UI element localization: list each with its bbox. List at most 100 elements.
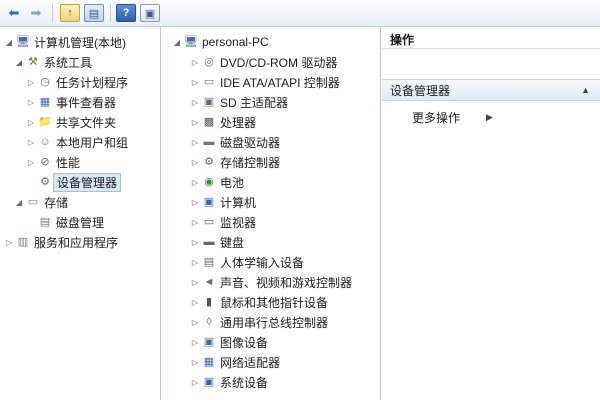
device-category-usb[interactable]: ▷ ◊ 通用串行总线控制器 [190,313,328,331]
tree-item-local-users[interactable]: ▷ ☺ 本地用户和组 [26,133,128,151]
tree-item-label: 任务计划程序 [56,75,129,90]
tree-item-device-manager[interactable]: ⚙ 设备管理器 [36,172,122,192]
device-category-processor[interactable]: ▷ ▩ 处理器 [190,113,256,131]
expand-arrow-icon[interactable]: ◢ [172,38,182,47]
tree-item-label: 磁盘管理 [56,215,105,230]
device-category-disk[interactable]: ▷ ▬ 磁盘驱动器 [190,133,280,151]
tree-item-disk-management[interactable]: ▤ 磁盘管理 [36,213,104,231]
properties-icon: ▣ [140,4,160,22]
device-category-computer[interactable]: ▷ ▣ 计算机 [190,193,256,211]
collapse-arrow-icon[interactable]: ▷ [26,138,36,147]
console-tree-button[interactable]: ▤ [84,3,104,23]
expand-arrow-icon[interactable]: ◢ [14,198,24,207]
device-category-keyboard[interactable]: ▷ ▬ 键盘 [190,233,244,251]
device-category-monitor[interactable]: ▷ ▭ 监视器 [190,213,256,231]
forward-button[interactable]: ➡ [28,3,44,23]
device-category-hid[interactable]: ▷ ▤ 人体学输入设备 [190,253,304,271]
collapse-arrow-icon[interactable]: ▷ [190,378,200,387]
tree-item-label: 计算机管理(本地) [34,35,126,50]
device-category-label: 通用串行总线控制器 [220,315,329,330]
collapse-arrow-icon[interactable]: ▷ [190,78,200,87]
folder-up-icon: ↑ [60,4,80,22]
device-category-label: SD 主适配器 [220,95,289,110]
device-manager-icon: ⚙ [40,176,50,188]
collapse-arrow-icon[interactable]: ▷ [190,338,200,347]
network-adapter-icon: ▦ [203,356,215,368]
tree-item-shared-folders[interactable]: ▷ 📁 共享文件夹 [26,113,116,131]
tree-item-computer-management[interactable]: ◢ 🖥 计算机管理(本地) [4,33,126,51]
tree-item-label: 系统工具 [44,55,93,70]
tree-item-system-tools[interactable]: ◢ ⚒ 系统工具 [14,53,92,71]
collapse-arrow-icon[interactable]: ▷ [190,118,200,127]
expand-arrow-icon[interactable]: ◢ [4,38,14,47]
tree-item-storage[interactable]: ◢ ▭ 存储 [14,193,68,211]
monitor-icon: ▭ [203,216,215,228]
tree-item-services-apps[interactable]: ▷ ▥ 服务和应用程序 [4,233,118,251]
tree-item-event-viewer[interactable]: ▷ ▦ 事件查看器 [26,93,116,111]
collapse-arrow-icon[interactable]: ▷ [190,218,200,227]
collapse-arrow-icon[interactable]: ▷ [190,198,200,207]
tree-item-task-scheduler[interactable]: ▷ ◷ 任务计划程序 [26,73,128,91]
properties-button[interactable]: ▣ [140,3,160,23]
device-category-label: 系统设备 [220,375,269,390]
collapse-arrow-icon[interactable]: ▷ [4,238,14,247]
device-tree-pane: ◢ 🖥 personal-PC ▷ ◎ DVD/CD-ROM 驱动器 ▷ ▭ I… [162,27,381,400]
tree-item-computer[interactable]: ◢ 🖥 personal-PC [172,33,269,51]
tree-item-label: 性能 [56,155,81,170]
collapse-arrow-icon[interactable]: ▷ [190,98,200,107]
collapse-arrow-icon[interactable]: ▷ [190,298,200,307]
collapse-arrow-icon[interactable]: ▷ [190,318,200,327]
device-category-dvd[interactable]: ▷ ◎ DVD/CD-ROM 驱动器 [190,53,337,71]
computer-management-icon: 🖥 [16,36,30,48]
help-button[interactable]: ? [116,3,136,23]
device-category-mouse[interactable]: ▷ ▮ 鼠标和其他指针设备 [190,293,328,311]
collapse-arrow-icon[interactable]: ▷ [26,98,36,107]
tree-item-label: 共享文件夹 [56,115,117,130]
actions-section-device-manager[interactable]: 设备管理器 ▲ [382,79,600,101]
more-actions-link[interactable]: 更多操作 ▶ [412,109,493,126]
collapse-arrow-icon[interactable]: ▷ [190,238,200,247]
users-icon: ☺ [39,136,51,148]
tree-item-performance[interactable]: ▷ ⊘ 性能 [26,153,80,171]
collapse-arrow-icon[interactable]: ▷ [26,118,36,127]
back-button[interactable]: ⬅ [6,3,22,23]
device-category-imaging[interactable]: ▷ ▣ 图像设备 [190,333,268,351]
storage-controller-icon: ⚙ [204,156,214,168]
expand-arrow-icon[interactable]: ◢ [14,58,24,67]
collapse-arrow-icon[interactable]: ▷ [190,258,200,267]
computer-icon: ▣ [203,196,215,208]
device-category-system[interactable]: ▷ ▣ 系统设备 [190,373,268,391]
device-category-sound[interactable]: ▷ ◄ 声音、视频和游戏控制器 [190,273,352,291]
device-category-sd[interactable]: ▷ ▣ SD 主适配器 [190,93,288,111]
device-category-label: 人体学输入设备 [220,255,305,270]
services-icon: ▥ [17,236,29,248]
actions-section-label: 设备管理器 [390,83,451,98]
collapse-arrow-icon[interactable]: ▷ [190,358,200,367]
collapse-arrow-icon[interactable]: ▷ [190,178,200,187]
dvd-drive-icon: ◎ [204,56,214,68]
system-device-icon: ▣ [203,376,215,388]
collapse-arrow-icon[interactable]: ▷ [190,158,200,167]
collapse-arrow-icon[interactable]: ▷ [190,58,200,67]
device-category-battery[interactable]: ▷ ◉ 电池 [190,173,244,191]
help-icon: ? [116,4,136,22]
disk-drive-icon: ▬ [203,136,215,148]
toolbar-separator [52,4,53,22]
device-category-ide[interactable]: ▷ ▭ IDE ATA/ATAPI 控制器 [190,73,340,91]
clock-icon: ◷ [40,76,50,88]
collapse-triangle-icon[interactable]: ▲ [581,85,590,95]
storage-icon: ▭ [27,196,39,208]
collapse-arrow-icon[interactable]: ▷ [190,138,200,147]
up-button[interactable]: ↑ [60,3,80,23]
device-category-network[interactable]: ▷ ▦ 网络适配器 [190,353,280,371]
usb-icon: ◊ [206,316,212,328]
processor-icon: ▩ [203,116,215,128]
collapse-arrow-icon[interactable]: ▷ [26,78,36,87]
device-category-label: 电池 [220,175,245,190]
toolbar: ⬅ ➡ ↑ ▤ ? ▣ [0,0,600,27]
collapse-arrow-icon[interactable]: ▷ [26,158,36,167]
device-category-storage-controller[interactable]: ▷ ⚙ 存储控制器 [190,153,280,171]
tree-item-label: 本地用户和组 [56,135,129,150]
tree-item-label: 服务和应用程序 [34,235,119,250]
collapse-arrow-icon[interactable]: ▷ [190,278,200,287]
